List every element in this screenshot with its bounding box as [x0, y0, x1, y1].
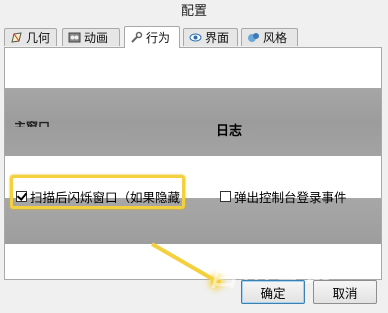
log-section-title: 日志: [216, 124, 243, 139]
highlight-annotation: [10, 175, 185, 209]
checkbox-label: 弹出控制台登录事件: [234, 190, 347, 205]
tab-interface[interactable]: 界面: [183, 28, 238, 46]
wrench-icon: [130, 31, 143, 44]
window-section-title: 主窗口: [14, 121, 50, 127]
tab-animation[interactable]: 动画: [62, 28, 120, 46]
ok-button[interactable]: 确定: [241, 280, 305, 304]
cancel-button[interactable]: 取消: [313, 280, 377, 304]
blurred-region: [5, 88, 381, 156]
tab-style[interactable]: 风格: [241, 28, 298, 46]
window-title: 配置: [0, 0, 388, 24]
geometry-icon: [10, 31, 23, 44]
style-icon: [247, 31, 260, 44]
animation-icon: [68, 31, 81, 44]
tab-label: 风格: [263, 31, 288, 45]
tab-label: 行为: [146, 31, 171, 45]
tab-label: 界面: [205, 31, 230, 45]
tab-behavior[interactable]: 行为: [124, 26, 180, 48]
tab-geometry[interactable]: 几何: [4, 28, 57, 46]
eye-icon: [189, 31, 202, 44]
behavior-panel: [4, 47, 382, 280]
tab-label: 几何: [26, 31, 51, 45]
checkbox-box[interactable]: [220, 191, 231, 202]
console-events-checkbox[interactable]: 弹出控制台登录事件: [220, 187, 347, 206]
tab-label: 动画: [84, 31, 109, 45]
